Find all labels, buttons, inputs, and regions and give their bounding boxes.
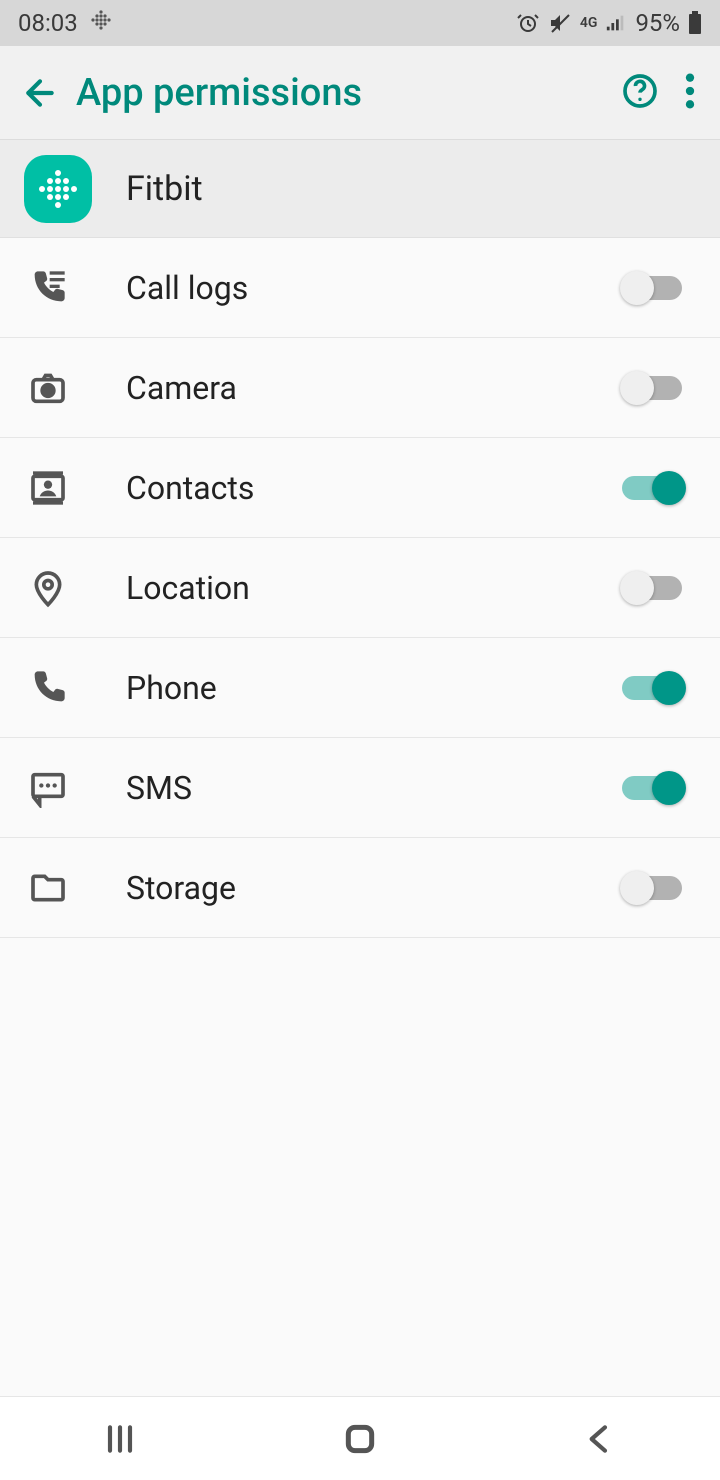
permission-label: SMS [126, 769, 622, 807]
permission-label: Phone [126, 669, 622, 707]
alarm-icon [516, 11, 540, 35]
fitbit-notif-icon [90, 9, 112, 37]
battery-percent: 95% [635, 9, 680, 37]
location-icon [24, 568, 72, 608]
battery-icon [688, 11, 702, 35]
network-4g-icon: 4G [580, 15, 598, 31]
call-logs-icon [24, 268, 72, 308]
phone-icon [24, 668, 72, 708]
nav-home-button[interactable] [340, 1419, 380, 1459]
permission-label: Call logs [126, 269, 622, 307]
permission-label: Storage [126, 869, 622, 907]
permission-row-storage[interactable]: Storage [0, 838, 720, 938]
permissions-list: Call logs Camera Contacts Location Phone SMS S… [0, 238, 720, 938]
status-time: 08:03 [18, 9, 78, 37]
back-button[interactable] [10, 73, 70, 113]
permission-label: Location [126, 569, 622, 607]
permission-label: Contacts [126, 469, 622, 507]
nav-bar [0, 1396, 720, 1480]
app-name-label: Fitbit [126, 169, 203, 209]
permission-row-sms[interactable]: SMS [0, 738, 720, 838]
permission-row-call-logs[interactable]: Call logs [0, 238, 720, 338]
app-icon-fitbit [24, 155, 92, 223]
storage-icon [24, 868, 72, 908]
permission-toggle-camera[interactable] [622, 376, 682, 400]
nav-recents-button[interactable] [100, 1419, 140, 1459]
permission-toggle-phone[interactable] [622, 676, 682, 700]
permission-toggle-storage[interactable] [622, 876, 682, 900]
permission-toggle-contacts[interactable] [622, 476, 682, 500]
permission-toggle-location[interactable] [622, 576, 682, 600]
permission-row-camera[interactable]: Camera [0, 338, 720, 438]
status-bar: 08:03 4G 95% [0, 0, 720, 46]
permission-toggle-call-logs[interactable] [622, 276, 682, 300]
permission-toggle-sms[interactable] [622, 776, 682, 800]
contacts-icon [24, 468, 72, 508]
permission-row-contacts[interactable]: Contacts [0, 438, 720, 538]
app-bar: App permissions [0, 46, 720, 140]
sms-icon [24, 768, 72, 808]
more-button[interactable] [684, 71, 696, 115]
mute-icon [548, 11, 572, 35]
permission-row-location[interactable]: Location [0, 538, 720, 638]
help-button[interactable] [620, 71, 660, 115]
nav-back-button[interactable] [580, 1419, 620, 1459]
signal-icon [605, 12, 627, 34]
page-title: App permissions [70, 71, 620, 115]
permission-label: Camera [126, 369, 622, 407]
app-header-row: Fitbit [0, 140, 720, 238]
camera-icon [24, 368, 72, 408]
permission-row-phone[interactable]: Phone [0, 638, 720, 738]
